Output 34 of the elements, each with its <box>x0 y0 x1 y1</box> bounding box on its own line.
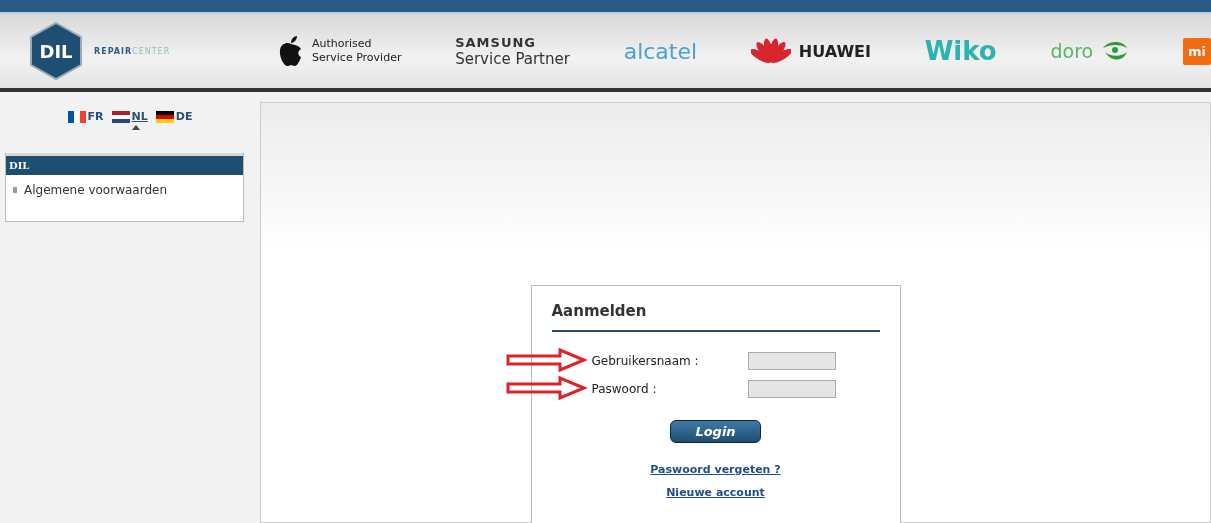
partner-text: Authorised <box>312 37 373 51</box>
text-link[interactable]: Paswoord vergeten ? <box>650 463 781 476</box>
flag-icon <box>111 110 130 123</box>
wiko-wordmark: Wiko <box>924 36 997 66</box>
login-button[interactable]: Login <box>670 420 761 443</box>
swirl-icon <box>1101 40 1130 62</box>
alcatel-wordmark: alcatel <box>623 38 698 64</box>
flag-icon <box>155 110 174 123</box>
field-label: Gebruikersnaam : <box>590 354 700 368</box>
input-field[interactable] <box>747 352 836 370</box>
mi-logo: mi <box>1182 37 1211 65</box>
arrow-icon <box>505 348 588 372</box>
field-label: Paswoord : <box>590 382 658 396</box>
flag-icon <box>67 110 86 123</box>
petal-icon <box>750 36 791 66</box>
login-title: Aanmelden <box>551 302 880 332</box>
logo-wordmark: REPAIRCENTER <box>94 46 171 56</box>
panel-title: DIL <box>6 153 243 175</box>
selected-marker-icon <box>131 125 140 130</box>
language-link[interactable]: NL <box>111 110 148 123</box>
input-field[interactable] <box>747 380 836 398</box>
partner-text: Service Provider <box>312 51 402 65</box>
doro-wordmark: doro <box>1050 40 1094 62</box>
language-link[interactable]: DE <box>155 110 193 123</box>
text-link[interactable]: Nieuwe account <box>666 486 765 499</box>
samsung-wordmark: SAMSUNG <box>455 34 538 50</box>
partner-text: Service Partner <box>455 49 570 68</box>
arrow-icon <box>505 376 588 400</box>
huawei-wordmark: HUAWEI <box>798 41 871 61</box>
dil-logo: DIL <box>28 21 84 81</box>
bullet-icon <box>12 186 18 194</box>
apple-icon <box>278 35 304 67</box>
sidebar-link[interactable]: Algemene voorwaarden <box>6 175 243 221</box>
language-link[interactable]: FR <box>67 110 104 123</box>
